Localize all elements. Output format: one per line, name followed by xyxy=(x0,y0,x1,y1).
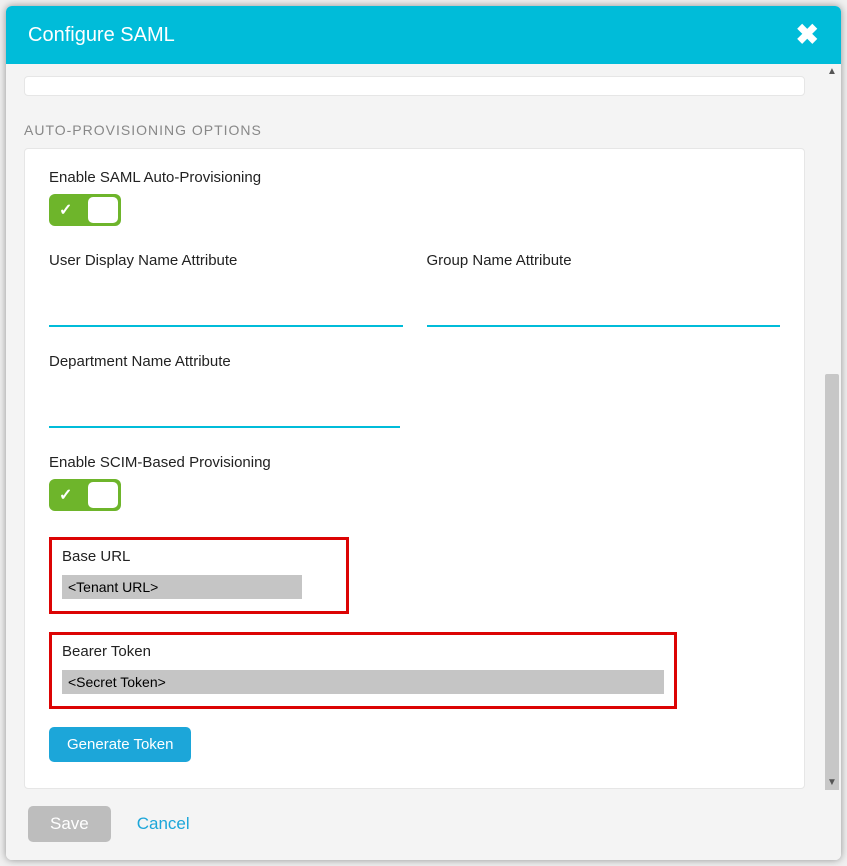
toggle-knob xyxy=(88,482,118,508)
enable-saml-label: Enable SAML Auto-Provisioning xyxy=(49,169,780,186)
department-name-label: Department Name Attribute xyxy=(49,353,400,370)
user-display-name-label: User Display Name Attribute xyxy=(49,252,403,269)
enable-scim-toggle[interactable]: ✓ xyxy=(49,479,121,511)
modal-body-wrap: AUTO-PROVISIONING OPTIONS Enable SAML Au… xyxy=(6,64,841,790)
section-heading: AUTO-PROVISIONING OPTIONS xyxy=(24,122,805,138)
user-display-name-input[interactable] xyxy=(49,295,403,327)
base-url-highlight: Base URL xyxy=(49,537,349,614)
auto-provisioning-card: Enable SAML Auto-Provisioning ✓ User Dis… xyxy=(24,148,805,789)
base-url-field[interactable] xyxy=(62,575,302,599)
close-icon[interactable]: ✖ xyxy=(796,21,819,49)
bearer-token-highlight: Bearer Token xyxy=(49,632,677,709)
scroll-down-icon[interactable]: ▼ xyxy=(823,777,841,788)
attribute-row: User Display Name Attribute Group Name A… xyxy=(49,252,780,327)
group-name-label: Group Name Attribute xyxy=(427,252,781,269)
generate-token-button[interactable]: Generate Token xyxy=(49,727,191,762)
bearer-token-label: Bearer Token xyxy=(62,643,664,660)
toggle-knob xyxy=(88,197,118,223)
modal-body: AUTO-PROVISIONING OPTIONS Enable SAML Au… xyxy=(6,64,823,790)
previous-section-card xyxy=(24,76,805,96)
scrollbar[interactable]: ▲ ▼ xyxy=(823,64,841,790)
department-row: Department Name Attribute xyxy=(49,353,780,428)
scroll-thumb[interactable] xyxy=(825,374,839,790)
modal-title: Configure SAML xyxy=(28,24,175,47)
check-icon: ✓ xyxy=(59,485,72,505)
save-button[interactable]: Save xyxy=(28,806,111,842)
bearer-token-field[interactable] xyxy=(62,670,664,694)
group-name-input[interactable] xyxy=(427,295,781,327)
base-url-label: Base URL xyxy=(62,548,336,565)
cancel-link[interactable]: Cancel xyxy=(137,814,190,834)
modal-footer: Save Cancel xyxy=(6,790,841,860)
scroll-up-icon[interactable]: ▲ xyxy=(823,66,841,77)
enable-saml-toggle[interactable]: ✓ xyxy=(49,194,121,226)
modal-header: Configure SAML ✖ xyxy=(6,6,841,64)
check-icon: ✓ xyxy=(59,200,72,220)
configure-saml-modal: Configure SAML ✖ AUTO-PROVISIONING OPTIO… xyxy=(6,6,841,860)
department-name-input[interactable] xyxy=(49,396,400,428)
enable-scim-label: Enable SCIM-Based Provisioning xyxy=(49,454,780,471)
